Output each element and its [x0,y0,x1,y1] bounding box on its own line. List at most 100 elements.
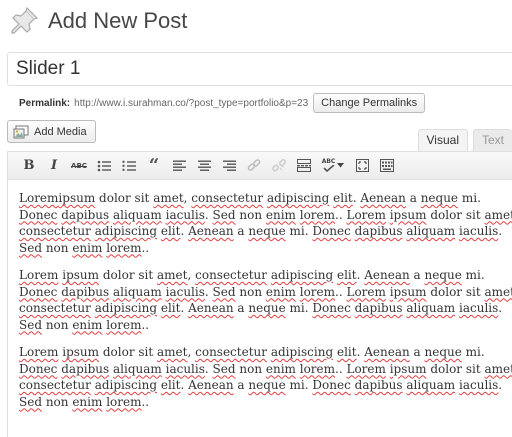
text-run: non [235,207,266,222]
toolbar-toggle-button[interactable] [376,156,398,176]
align-left-button[interactable] [168,156,190,176]
text-run: . [498,301,503,315]
spellcheck-button[interactable]: ABC [318,156,348,176]
misspelled-word: amet [153,191,184,205]
misspelled-word: iaculis [459,378,499,392]
text-run: . [498,378,503,392]
text-run: . [204,284,213,299]
align-center-icon [197,160,211,171]
text-run: mi. [461,268,485,282]
strikethrough-button[interactable]: ABC [68,156,90,176]
numbered-list-icon [122,160,136,171]
bold-button[interactable]: B [18,156,40,176]
insert-link-button[interactable] [243,156,265,176]
spellcheck-icon [322,165,335,172]
blockquote-button[interactable]: “ [143,156,165,176]
misspelled-word: iaculis [165,284,205,299]
text-run: .. [141,394,150,409]
link-icon [247,158,261,171]
text-run: a [409,345,425,359]
change-permalinks-button[interactable]: Change Permalinks [313,93,426,113]
misspelled-word: Donec [312,301,351,315]
text-run: a [233,301,249,315]
misspelled-word: lorem [106,240,142,255]
text-run: non [42,240,73,255]
misspelled-word: enim [265,284,296,299]
misspelled-word: Donec [19,361,58,376]
permalink-url[interactable]: http://www.i.surahman.co/?post_type=port… [74,98,308,109]
misspelled-word: enim [72,394,103,409]
editor-content[interactable]: Loremipsum dolor sit amet, consectetur a… [8,180,512,410]
text-run: non [42,317,73,332]
misspelled-word: adipiscing [270,268,334,282]
tab-text[interactable]: Text [472,129,512,152]
misspelled-word: aliquam [406,224,456,238]
misspelled-word: neque [248,224,286,238]
align-right-icon [222,160,236,171]
misspelled-word: aliquam [113,207,162,222]
text-run: dolor sit [99,268,158,282]
insert-more-button[interactable] [293,156,315,176]
bullet-list-icon [97,160,111,171]
misspelled-word: Lorem [346,284,386,299]
misspelled-word: Aenean [188,224,234,238]
misspelled-word: neque [248,301,286,315]
media-icon [13,125,29,139]
fullscreen-button[interactable] [351,156,373,176]
misspelled-word: Sed [19,317,43,332]
misspelled-word: Aenean [360,191,406,205]
content-paragraph: Loremipsum dolor sit amet, consectetur a… [19,190,512,256]
add-media-button[interactable]: Add Media [7,120,96,143]
misspelled-word: adipiscing [94,378,158,392]
post-title-input[interactable] [7,52,512,86]
add-media-label: Add Media [34,125,87,138]
italic-button[interactable]: I [43,156,65,176]
misspelled-word: lorem [106,394,142,409]
misspelled-word: Sed [19,240,43,255]
misspelled-word: dapibus [61,361,110,376]
unlink-button[interactable] [268,156,290,176]
misspelled-word: consectetur [191,191,264,205]
misspelled-word: Sed [212,207,236,222]
text-run: a [233,378,249,392]
bullet-list-button[interactable] [93,156,115,176]
text-run: mi. [285,301,313,315]
misspelled-word: amet [484,284,512,299]
text-run: . [204,361,213,376]
misspelled-word: lorem [106,317,142,332]
misspelled-word: aliquam [406,378,456,392]
page-title: Add New Post [48,8,188,33]
misspelled-word: dapibus [61,284,110,299]
text-run: non [42,394,73,409]
align-right-button[interactable] [218,156,240,176]
misspelled-word: Aenean [188,301,234,315]
page-header: Add New Post [8,4,187,38]
editor-toolbar: B I ABC “ ABC [8,152,512,180]
text-run: mi. [461,345,485,359]
permalink-row: Permalink: http://www.i.surahman.co/?pos… [19,92,426,114]
misspelled-word: ipsum [389,207,427,222]
align-center-button[interactable] [193,156,215,176]
text-run: non [235,284,266,299]
misspelled-word: enim [72,317,103,332]
misspelled-word: consectetur [195,268,267,282]
misspelled-word: iaculis [459,224,499,238]
misspelled-word: enim [265,361,296,376]
misspelled-word: Sed [212,284,236,299]
content-paragraph: Lorem ipsum dolor sit amet, consectetur … [19,267,512,333]
numbered-list-button[interactable] [118,156,140,176]
misspelled-word: adipiscing [270,345,334,359]
post-editor: B I ABC “ ABC Loremipsum dolor sit amet,… [7,151,512,437]
misspelled-word: iaculis [165,361,205,376]
misspelled-word: Donec [312,378,351,392]
misspelled-word: Lorem [346,207,386,222]
editor-tabs: Visual Text [413,129,512,152]
permalink-label: Permalink: [19,97,71,109]
tab-visual[interactable]: Visual [417,129,468,152]
fullscreen-icon [355,159,369,172]
misspelled-word: aliquam [406,301,456,315]
text-run: .. [335,284,347,299]
content-paragraph: Lorem ipsum dolor sit amet, consectetur … [19,344,512,410]
text-run: .. [141,317,150,332]
text-run: . [180,301,189,315]
